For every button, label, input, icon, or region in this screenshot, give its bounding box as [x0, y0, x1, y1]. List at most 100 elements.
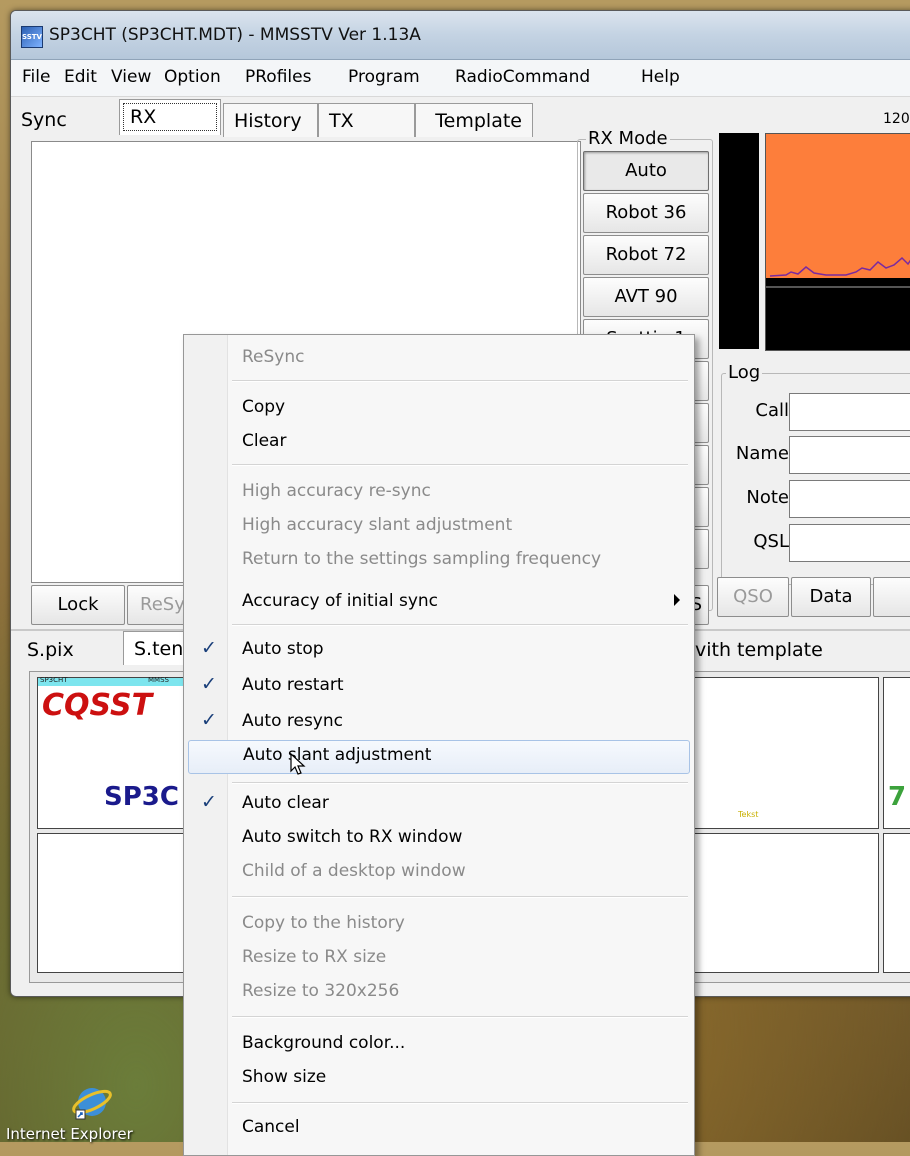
menu-item-label: Child of a desktop window [242, 861, 466, 881]
internet-explorer-icon[interactable] [64, 1080, 120, 1120]
menu-item-high-accuracy-slant[interactable]: High accuracy slant adjustment [184, 510, 694, 542]
thumbnail-small-text: Tekst [738, 810, 759, 819]
menu-item-label: Copy [242, 397, 286, 417]
menu-item-auto-clear[interactable]: ✓ Auto clear [184, 788, 694, 820]
menu-item-label: Accuracy of initial sync [242, 591, 438, 611]
checkmark-icon: ✓ [201, 637, 217, 659]
menu-item-background-color[interactable]: Background color... [184, 1028, 694, 1060]
menu-item-label: Background color... [242, 1033, 406, 1053]
menu-item-cancel[interactable]: Cancel [184, 1112, 694, 1144]
menu-item-show-size[interactable]: Show size [184, 1062, 694, 1094]
frequency-scale-label: 120 [883, 111, 910, 127]
menu-item-label: Auto switch to RX window [242, 827, 463, 847]
menu-item-label: Auto stop [242, 639, 324, 659]
menu-item-label: Cancel [242, 1117, 300, 1137]
menu-profiles[interactable]: PRofiles [245, 67, 311, 87]
rx-mode-avt90-button[interactable]: AVT 90 [583, 277, 709, 317]
menu-item-auto-switch-rx[interactable]: Auto switch to RX window [184, 822, 694, 854]
menu-item-auto-stop[interactable]: ✓ Auto stop [184, 634, 694, 666]
call-label: Call [755, 400, 789, 421]
menu-item-auto-restart[interactable]: ✓ Auto restart [184, 670, 694, 702]
app-icon[interactable]: SSTV [21, 26, 43, 48]
menu-program[interactable]: Program [348, 67, 420, 87]
menu-item-auto-slant-adjustment[interactable]: Auto slant adjustment [188, 740, 690, 775]
menu-item-label: High accuracy re-sync [242, 481, 431, 501]
menu-file[interactable]: File [22, 67, 50, 87]
level-meter [719, 133, 759, 349]
menu-bar: File Edit View Option PRofiles Program R… [11, 60, 910, 97]
spectrum-trace [766, 256, 910, 286]
lock-button[interactable]: Lock [31, 585, 125, 625]
menu-item-label: Resize to RX size [242, 947, 387, 967]
qso-button[interactable]: QSO [717, 577, 789, 617]
tab-spix[interactable]: S.pix [17, 633, 123, 667]
menu-separator [232, 782, 688, 784]
menu-separator [232, 380, 688, 382]
thumbnail-title: CQSST [42, 688, 153, 723]
menu-option[interactable]: Option [164, 67, 221, 87]
menu-edit[interactable]: Edit [64, 67, 97, 87]
menu-item-clear[interactable]: Clear [184, 426, 694, 458]
note-input[interactable] [789, 480, 910, 518]
menu-item-auto-resync[interactable]: ✓ Auto resync [184, 706, 694, 738]
menu-item-resize-rx[interactable]: Resize to RX size [184, 942, 694, 974]
rx-mode-robot36-button[interactable]: Robot 36 [583, 193, 709, 233]
thumbnail-3[interactable]: 7 [883, 677, 910, 829]
menu-item-label: Auto clear [242, 793, 329, 813]
tab-sync[interactable]: Sync [11, 103, 119, 137]
menu-item-label: Resize to 320x256 [242, 981, 400, 1001]
rx-mode-robot72-button[interactable]: Robot 72 [583, 235, 709, 275]
thumbnail-3-text: 7 [888, 782, 907, 812]
qsl-input[interactable] [789, 524, 910, 562]
submenu-arrow-icon [674, 594, 680, 606]
thumbnail-header-right: MMSS [148, 676, 169, 684]
menu-item-resize-320x256[interactable]: Resize to 320x256 [184, 976, 694, 1008]
name-label: Name [735, 443, 789, 464]
spectrum-display[interactable] [765, 133, 910, 287]
checkmark-icon: ✓ [201, 709, 217, 731]
menu-item-high-accuracy-resync[interactable]: High accuracy re-sync [184, 476, 694, 508]
menu-item-child-desktop-window[interactable]: Child of a desktop window [184, 856, 694, 888]
thumbnail-5[interactable] [691, 833, 879, 973]
waterfall-display[interactable] [765, 287, 910, 351]
desktop-icon-label[interactable]: Internet Explorer [6, 1125, 133, 1143]
checkmark-icon: ✓ [201, 673, 217, 695]
note-label: Note [746, 487, 789, 508]
menu-item-label: Auto resync [242, 711, 343, 731]
menu-help[interactable]: Help [641, 67, 680, 87]
menu-separator [232, 1016, 688, 1018]
thumbnail-call: SP3C [104, 782, 179, 812]
menu-item-label: Copy to the history [242, 913, 405, 933]
menu-item-return-sampling-frequency[interactable]: Return to the settings sampling frequenc… [184, 544, 694, 576]
menu-item-label: Return to the settings sampling frequenc… [242, 549, 602, 569]
data-button[interactable]: Data [791, 577, 871, 617]
tab-rx[interactable]: RX [119, 99, 221, 135]
mouse-cursor-icon [290, 753, 306, 775]
call-input[interactable] [789, 393, 910, 431]
tab-with-template-label: vith template [695, 639, 823, 661]
checkmark-icon: ✓ [201, 791, 217, 813]
menu-item-accuracy-initial-sync[interactable]: Accuracy of initial sync [184, 586, 694, 618]
rx-mode-label: RX Mode [586, 128, 670, 149]
rx-mode-auto-button[interactable]: Auto [583, 151, 709, 191]
menu-item-resync[interactable]: ReSync [184, 342, 694, 374]
menu-item-label: Auto slant adjustment [243, 745, 432, 765]
tab-history[interactable]: History [223, 103, 318, 137]
qsl-label: QSL [753, 531, 789, 552]
name-input[interactable] [789, 436, 910, 474]
menu-item-copy-to-history[interactable]: Copy to the history [184, 908, 694, 940]
thumbnail-1[interactable]: SP3CHT MMSS CQSST SP3C [37, 676, 203, 829]
thumbnail-2[interactable]: Tekst [691, 677, 879, 829]
menu-radiocommand[interactable]: RadioCommand [455, 67, 590, 87]
thumbnail-header-left: SP3CHT [40, 676, 68, 684]
menu-view[interactable]: View [111, 67, 151, 87]
thumbnail-6[interactable] [883, 833, 910, 973]
menu-item-label: Show size [242, 1067, 327, 1087]
log-extra-button[interactable] [873, 577, 910, 617]
thumbnail-4[interactable] [37, 833, 203, 973]
tab-template[interactable]: Template [415, 103, 533, 137]
menu-item-copy[interactable]: Copy [184, 392, 694, 424]
title-bar[interactable]: SSTV SP3CHT (SP3CHT.MDT) - MMSSTV Ver 1.… [11, 11, 910, 60]
log-label: Log [726, 362, 763, 383]
tab-tx[interactable]: TX [318, 103, 415, 137]
